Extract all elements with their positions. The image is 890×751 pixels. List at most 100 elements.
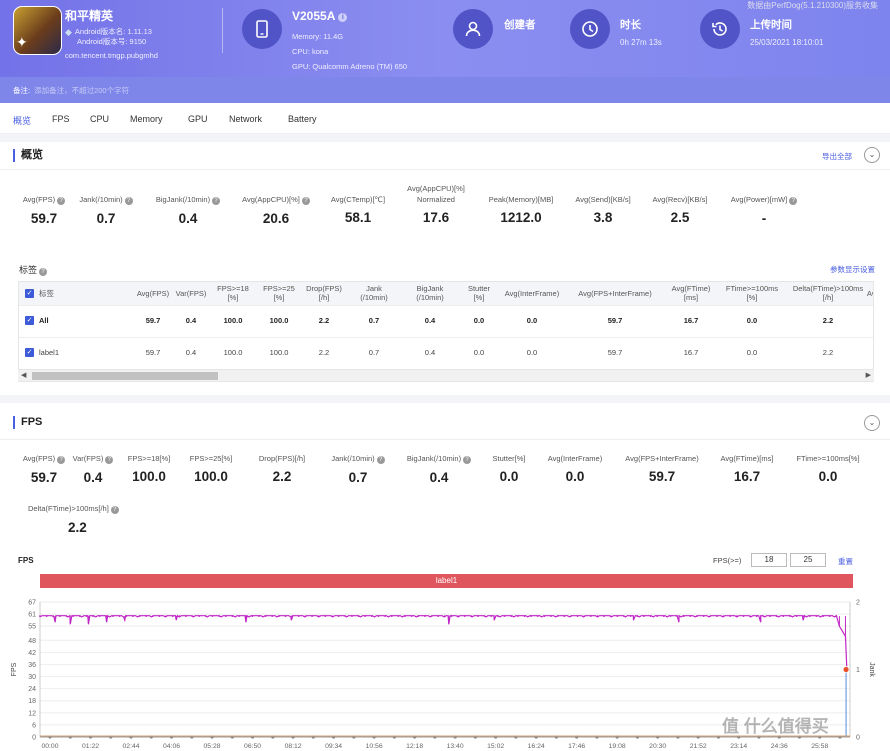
fps-point bbox=[443, 615, 446, 618]
x-tick-label: 02:44 bbox=[123, 743, 140, 750]
table-header-cell[interactable]: Avg(A bbox=[832, 289, 873, 298]
x-tick-label: 20:30 bbox=[649, 743, 666, 750]
remark-bar[interactable]: 备注: 添加备注，不超过200个字符 bbox=[0, 77, 890, 103]
x-tick-label: 19:08 bbox=[609, 743, 626, 750]
select-all-checkbox[interactable]: ✓ bbox=[25, 289, 34, 298]
y-tick-label: 48 bbox=[28, 638, 36, 645]
stat-recv: Avg(Recv)[KB/s] 2.5 bbox=[652, 195, 708, 225]
help-icon[interactable]: ? bbox=[124, 197, 133, 205]
fps-point bbox=[297, 615, 300, 618]
y2-tick-label: 0 bbox=[856, 735, 860, 742]
tab-memory[interactable]: Memory bbox=[130, 114, 163, 124]
fps-point bbox=[789, 615, 791, 618]
label-bar[interactable]: label1 bbox=[40, 574, 853, 588]
fps-point bbox=[470, 615, 473, 618]
fps-point bbox=[463, 615, 466, 618]
watermark: 值 什么值得买 bbox=[722, 717, 829, 736]
x-tick-label: 10:56 bbox=[366, 743, 383, 750]
clock-icon bbox=[570, 9, 610, 49]
fps-point bbox=[390, 615, 393, 618]
help-icon[interactable]: ? bbox=[39, 268, 48, 276]
tab-network[interactable]: Network bbox=[229, 114, 262, 124]
fps-point bbox=[384, 615, 386, 618]
scroll-left-icon[interactable]: ◀ bbox=[21, 371, 26, 379]
scrollbar-thumb[interactable] bbox=[32, 372, 218, 380]
tab-overview[interactable]: 概览 bbox=[13, 114, 31, 127]
y-tick-label: 6 bbox=[32, 722, 36, 729]
fps-point bbox=[357, 615, 360, 618]
table-row[interactable]: ✓ All 59.7 0.4 100.0 100.0 2.2 0.7 0.4 0.0 0.0 59.7… bbox=[19, 305, 873, 335]
fps-point bbox=[424, 615, 426, 618]
fps-point bbox=[284, 615, 287, 618]
table-scrollbar[interactable]: ◀ ▶ bbox=[18, 369, 874, 381]
creator-label: 创建者 bbox=[504, 19, 536, 31]
reset-button[interactable]: 重置 bbox=[838, 556, 853, 567]
fps-point bbox=[589, 615, 592, 618]
y-tick-label: 55 bbox=[28, 624, 36, 631]
x-tick-label: 00:00 bbox=[41, 743, 58, 750]
fps-point bbox=[490, 615, 493, 618]
table-cell: 2 bbox=[832, 316, 873, 325]
row-checkbox[interactable]: ✓ bbox=[25, 348, 34, 357]
fps-point bbox=[497, 615, 499, 618]
fps-point bbox=[132, 615, 134, 618]
fps-threshold-label: FPS(>=) bbox=[713, 556, 742, 565]
help-icon[interactable]: ? bbox=[212, 197, 221, 205]
info-icon[interactable]: i bbox=[338, 13, 348, 22]
scroll-right-icon[interactable]: ▶ bbox=[866, 371, 871, 379]
fps-point bbox=[72, 615, 75, 618]
fps-point bbox=[251, 615, 254, 618]
fps-point bbox=[483, 615, 486, 618]
fps-point bbox=[125, 615, 128, 618]
fps-threshold-low-input[interactable]: 18 bbox=[751, 553, 787, 567]
help-icon[interactable]: ? bbox=[301, 197, 310, 205]
fps-point bbox=[808, 615, 811, 618]
table-row[interactable]: ✓ label1 59.7 0.4 100.0 100.0 2.2 0.7 0.4 0.0 0.0 5… bbox=[19, 337, 873, 367]
collapse-icon[interactable]: ⌄ bbox=[864, 147, 880, 163]
fps-point bbox=[138, 615, 141, 618]
collapse-icon[interactable]: ⌄ bbox=[864, 415, 880, 431]
fps-point bbox=[828, 615, 831, 618]
fps-point bbox=[782, 615, 785, 618]
x-tick-label: 21:52 bbox=[690, 743, 707, 750]
x-tick-label: 23:14 bbox=[730, 743, 747, 750]
table-cell: 0.0 bbox=[526, 348, 538, 357]
help-icon[interactable]: ? bbox=[57, 197, 66, 205]
tab-battery[interactable]: Battery bbox=[288, 114, 317, 124]
export-all-link[interactable]: 导出全部 bbox=[822, 151, 852, 162]
fps-point bbox=[397, 615, 400, 618]
section-gap bbox=[0, 395, 890, 403]
divider bbox=[0, 439, 890, 440]
y-tick-label: 36 bbox=[28, 662, 36, 669]
help-icon[interactable]: ? bbox=[110, 506, 119, 514]
fps-point bbox=[629, 615, 632, 618]
fps-point bbox=[224, 615, 227, 618]
stat-jank: Jank(/10min)? 0.7 bbox=[79, 195, 133, 226]
table-header-cell[interactable]: 标签 bbox=[39, 289, 54, 298]
fps-point bbox=[264, 615, 267, 618]
row-checkbox[interactable]: ✓ bbox=[25, 316, 34, 325]
fps-stat: Delta(FTime)>100ms[/h]? 2.2 bbox=[28, 504, 138, 535]
table-header-cell[interactable]: Avg(InterFrame) bbox=[487, 289, 577, 298]
tab-fps[interactable]: FPS bbox=[52, 114, 70, 124]
fps-point bbox=[536, 615, 539, 618]
fps-point bbox=[118, 615, 121, 618]
fps-point bbox=[583, 615, 586, 618]
fps-point bbox=[171, 615, 174, 618]
remark-input[interactable]: 添加备注，不超过200个字符 bbox=[34, 86, 129, 95]
fps-threshold-high-input[interactable]: 25 bbox=[790, 553, 826, 567]
param-settings-link[interactable]: 参数显示设置 bbox=[830, 264, 875, 275]
fps-point bbox=[689, 615, 692, 618]
help-icon[interactable]: ? bbox=[789, 197, 798, 205]
tab-cpu[interactable]: CPU bbox=[90, 114, 109, 124]
fps-point bbox=[65, 615, 68, 618]
x-tick-label: 01:22 bbox=[82, 743, 99, 750]
user-icon bbox=[453, 9, 493, 49]
fps-point bbox=[198, 615, 201, 618]
fps-point bbox=[835, 615, 838, 618]
x-tick-label: 24:36 bbox=[771, 743, 788, 750]
tab-gpu[interactable]: GPU bbox=[188, 114, 208, 124]
overview-title: 概览 bbox=[13, 149, 43, 162]
x-tick-label: 13:40 bbox=[447, 743, 464, 750]
fps-point bbox=[98, 615, 101, 618]
